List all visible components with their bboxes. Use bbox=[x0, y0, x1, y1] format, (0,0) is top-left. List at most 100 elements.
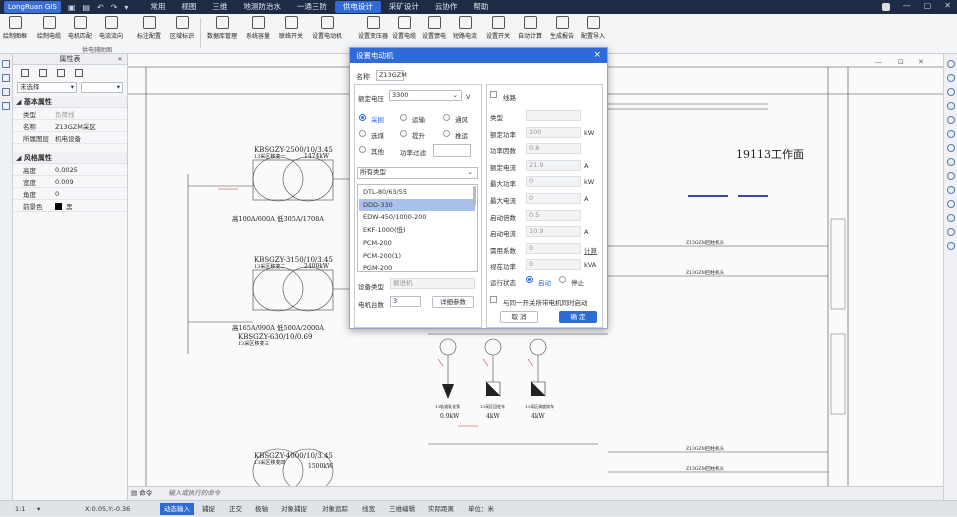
category-radio-0[interactable] bbox=[359, 114, 366, 121]
rotate-icon[interactable] bbox=[946, 102, 955, 110]
ribbon-button-5[interactable]: 区域标识 bbox=[170, 16, 194, 40]
ribbon-button-16[interactable]: 生成报告 bbox=[550, 16, 574, 40]
cube-icon[interactable] bbox=[946, 186, 955, 194]
status-item-9[interactable]: 单位：米 bbox=[468, 501, 494, 517]
power-filter-input[interactable] bbox=[433, 144, 471, 157]
list-scrollbar[interactable] bbox=[473, 186, 476, 206]
ribbon-button-1[interactable]: 绘制电缆 bbox=[37, 16, 61, 40]
property-row[interactable]: 角度 0 bbox=[13, 188, 127, 200]
menu-item-5[interactable]: 供电设计 bbox=[334, 1, 381, 13]
ribbon-button-6[interactable]: 数据库管理 bbox=[207, 16, 237, 40]
ribbon-button-3[interactable]: 电流流向 bbox=[99, 16, 123, 40]
status-item-6[interactable]: 线宽 bbox=[362, 501, 375, 517]
category-radio-4[interactable] bbox=[400, 130, 407, 137]
category-radio-1[interactable] bbox=[400, 114, 407, 121]
undo-icon[interactable]: ↶ bbox=[97, 3, 104, 12]
category-radio-5[interactable] bbox=[443, 130, 450, 137]
menu-item-2[interactable]: 三维 bbox=[204, 1, 235, 13]
ribbon-button-7[interactable]: 系统容量 bbox=[246, 16, 270, 40]
layer-icon[interactable] bbox=[946, 116, 955, 124]
field-unit-8[interactable]: 计算 bbox=[584, 245, 597, 255]
collapse-icon[interactable]: « bbox=[118, 54, 122, 65]
pin-icon[interactable] bbox=[75, 69, 83, 77]
menu-item-8[interactable]: 帮助 bbox=[465, 1, 496, 13]
property-row[interactable]: 类型 负荷线 bbox=[13, 108, 127, 120]
category-radio-6[interactable] bbox=[359, 146, 366, 153]
select-icon[interactable] bbox=[21, 69, 29, 77]
command-input[interactable]: 输入或执行的命令 bbox=[168, 489, 220, 497]
menu-item-7[interactable]: 云协作 bbox=[427, 1, 466, 13]
status-item-2[interactable]: 正交 bbox=[229, 501, 242, 517]
property-row[interactable]: 前景色 黑 bbox=[13, 200, 127, 212]
motor-list-item[interactable]: DDD-330 bbox=[359, 198, 475, 211]
layers-icon[interactable] bbox=[2, 60, 10, 68]
ok-button[interactable]: 确 定 bbox=[559, 311, 597, 323]
category-radio-2[interactable] bbox=[443, 114, 450, 121]
list-icon[interactable] bbox=[2, 88, 10, 96]
settings-icon[interactable] bbox=[946, 214, 955, 222]
property-row[interactable]: 宽度 0.009 bbox=[13, 176, 127, 188]
zoom-in-icon[interactable] bbox=[946, 60, 955, 68]
filter-dropdown[interactable]: ▾ bbox=[81, 82, 123, 93]
status-item-7[interactable]: 三维编辑 bbox=[389, 501, 415, 517]
name-input[interactable]: Z13GZM bbox=[376, 70, 407, 81]
ribbon-button-4[interactable]: 标注配置 bbox=[137, 16, 161, 40]
more-icon[interactable]: ▾ bbox=[124, 3, 128, 12]
status-item-8[interactable]: 实际距离 bbox=[428, 501, 454, 517]
open-icon[interactable]: ▣ bbox=[68, 3, 76, 12]
motor-list-item[interactable]: DTL-80/63/55 bbox=[359, 186, 475, 198]
menu-item-6[interactable]: 采矿设计 bbox=[381, 1, 427, 13]
measure-icon[interactable] bbox=[946, 130, 955, 138]
canvas-close-icon[interactable]: ✕ bbox=[918, 58, 924, 66]
property-row[interactable]: 所属图层 机电设备 bbox=[13, 132, 127, 144]
ribbon-button-13[interactable]: 短路电流 bbox=[453, 16, 477, 40]
ribbon-button-11[interactable]: 设置电缆 bbox=[392, 16, 416, 40]
ribbon-button-15[interactable]: 自动计算 bbox=[518, 16, 542, 40]
pan-icon[interactable] bbox=[946, 88, 955, 96]
selection-dropdown[interactable]: 未选择 ▾ bbox=[17, 82, 77, 93]
property-row[interactable]: 高度 0.0025 bbox=[13, 164, 127, 176]
menu-item-4[interactable]: 一通三防 bbox=[289, 1, 335, 13]
status-item-1[interactable]: 捕捉 bbox=[202, 501, 215, 517]
minimize-icon[interactable]: — bbox=[903, 1, 911, 11]
motor-list-item[interactable]: EKF-1000(低) bbox=[359, 224, 475, 236]
motor-list-item[interactable]: PGM-200 bbox=[359, 262, 475, 271]
voltage-select[interactable]: 3300 ⌄ bbox=[389, 90, 462, 101]
scale-indicator[interactable]: 1:1 bbox=[15, 501, 25, 517]
run-start-radio[interactable] bbox=[526, 276, 533, 283]
status-item-0[interactable]: 动态输入 bbox=[160, 503, 194, 515]
scale-dropdown-icon[interactable]: ▾ bbox=[37, 501, 40, 517]
map-icon[interactable] bbox=[946, 228, 955, 236]
canvas-restore-icon[interactable]: ⊡ bbox=[898, 58, 904, 66]
detail-params-button[interactable]: 详细参数 bbox=[432, 296, 474, 308]
line-checkbox[interactable] bbox=[490, 91, 497, 98]
redo-icon[interactable]: ↷ bbox=[111, 3, 118, 12]
ribbon-button-2[interactable]: 电机匹配 bbox=[68, 16, 92, 40]
menu-item-1[interactable]: 视图 bbox=[173, 1, 204, 13]
motor-count-input[interactable]: 3 bbox=[390, 296, 421, 307]
menu-item-0[interactable]: 常用 bbox=[142, 1, 173, 13]
type-select[interactable]: 所有类型 ⌄ bbox=[357, 167, 478, 179]
status-item-5[interactable]: 对象追踪 bbox=[322, 501, 348, 517]
close-icon[interactable]: ✕ bbox=[944, 1, 951, 11]
save-icon[interactable]: ▤ bbox=[82, 3, 90, 12]
zoom-out-icon[interactable] bbox=[946, 74, 955, 82]
category-radio-3[interactable] bbox=[359, 130, 366, 137]
snap-icon[interactable] bbox=[946, 158, 955, 166]
ribbon-button-8[interactable]: 联络开关 bbox=[279, 16, 303, 40]
status-item-3[interactable]: 极轴 bbox=[255, 501, 268, 517]
canvas-minimize-icon[interactable]: — bbox=[875, 58, 882, 66]
quick-select-icon[interactable] bbox=[57, 69, 65, 77]
motor-list-item[interactable]: PCM-200 bbox=[359, 237, 475, 249]
dialog-close-icon[interactable]: × bbox=[593, 48, 601, 63]
grid-icon[interactable] bbox=[946, 144, 955, 152]
view3d-icon[interactable] bbox=[946, 172, 955, 180]
ribbon-button-14[interactable]: 设置开关 bbox=[486, 16, 510, 40]
motor-list-item[interactable]: EDW-450/1000-200 bbox=[359, 211, 475, 223]
status-item-4[interactable]: 对象捕捉 bbox=[281, 501, 307, 517]
blocks-icon[interactable] bbox=[2, 102, 10, 110]
command-line[interactable]: ▤ 命令 输入或执行的命令 bbox=[128, 486, 943, 500]
ribbon-button-9[interactable]: 设置电动机 bbox=[312, 16, 342, 40]
property-row[interactable]: 名称 Z13GZM采区 bbox=[13, 120, 127, 132]
help-icon[interactable] bbox=[946, 242, 955, 250]
